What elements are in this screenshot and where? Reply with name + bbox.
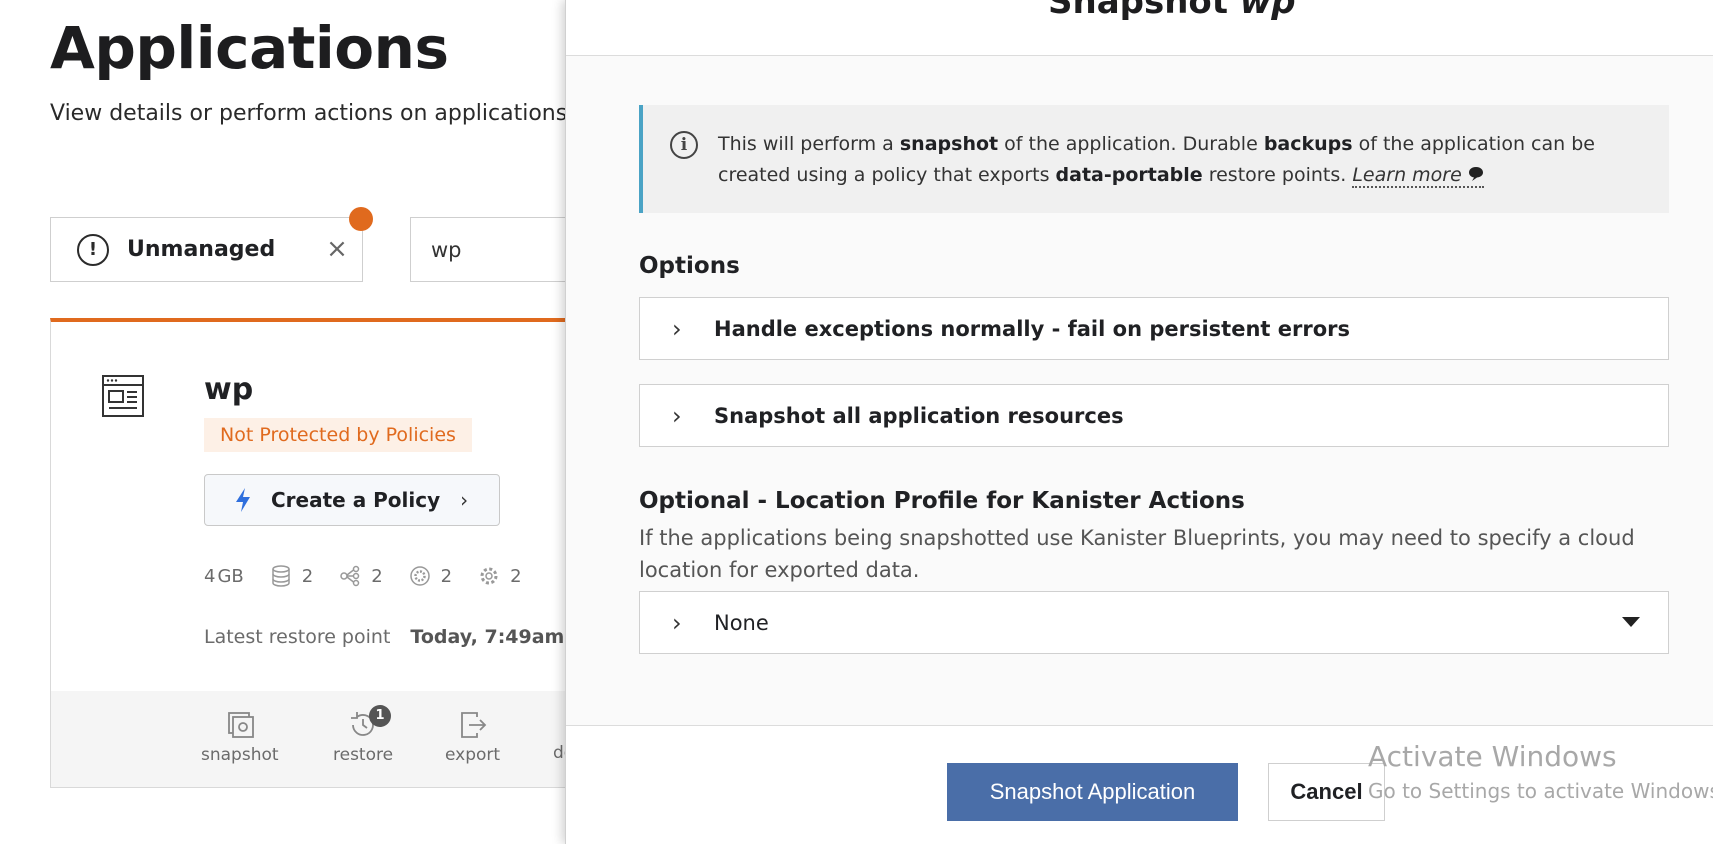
cancel-button[interactable]: Cancel: [1268, 763, 1385, 821]
application-stats: 4 GB 2 2 2 2: [204, 565, 522, 587]
stat-volumes: 2: [270, 565, 313, 587]
info-text-part: This will perform a: [718, 133, 900, 155]
restore-count-badge: 1: [369, 705, 392, 727]
info-text-bold: data-portable: [1055, 164, 1203, 186]
info-icon: i: [670, 131, 698, 159]
info-text-bold: snapshot: [899, 133, 999, 155]
application-icon: [102, 375, 144, 417]
close-icon[interactable]: ×: [322, 234, 352, 264]
workload-tree-icon: [340, 565, 360, 587]
panel-title-prefix: Snapshot: [1048, 0, 1229, 22]
restore-action[interactable]: restore 1: [333, 705, 394, 765]
notification-dot: [349, 207, 373, 231]
chevron-right-icon: ›: [672, 314, 682, 343]
snapshot-icon: [227, 712, 254, 738]
info-callout: i This will perform a snapshot of the ap…: [639, 105, 1669, 213]
stat-volumes-value: 2: [301, 565, 314, 587]
location-profile-value: None: [714, 610, 769, 635]
filter-chip-unmanaged[interactable]: ! Unmanaged ×: [50, 217, 363, 282]
lightning-icon: [236, 488, 250, 512]
restore-value: Today, 7:49am: [410, 626, 565, 648]
location-profile-select[interactable]: › None: [639, 591, 1669, 654]
stat-size: 4 GB: [204, 566, 244, 587]
latest-restore-point: Latest restore point Today, 7:49am: [204, 626, 564, 648]
restore-action-label: restore: [333, 745, 394, 765]
search-input-value: wp: [431, 237, 462, 262]
snapshot-action-label: snapshot: [201, 745, 279, 765]
caret-down-icon[interactable]: [1622, 617, 1640, 627]
application-card[interactable]: wp Not Protected by Policies Create a Po…: [50, 318, 630, 788]
export-action-label: export: [445, 745, 501, 765]
status-badge: Not Protected by Policies: [204, 418, 472, 452]
stat-workloads: 2: [339, 565, 383, 587]
location-profile-heading: Optional - Location Profile for Kanister…: [639, 488, 1245, 514]
accordion-exceptions-label: Handle exceptions normally - fail on per…: [714, 316, 1350, 341]
stat-size-unit: GB: [217, 565, 244, 587]
options-heading: Options: [639, 253, 740, 279]
snapshot-panel: Snapshot wp i This will perform a snapsh…: [565, 0, 1713, 844]
location-profile-description: If the applications being snapshotted us…: [639, 526, 1635, 582]
stat-configs: 2: [478, 565, 522, 587]
learn-more-link[interactable]: Learn more: [1352, 164, 1484, 188]
exclamation-circle-icon: !: [77, 233, 109, 266]
service-gear-icon: [409, 566, 430, 586]
panel-header: Snapshot wp: [566, 0, 1713, 56]
create-policy-button[interactable]: Create a Policy ›: [204, 474, 500, 526]
filter-chip-label: Unmanaged: [127, 237, 276, 262]
gear-icon: [480, 567, 498, 585]
info-text-bold: backups: [1263, 133, 1353, 155]
stat-configs-value: 2: [510, 565, 522, 587]
page-title: Applications: [50, 14, 449, 82]
accordion-resources-label: Snapshot all application resources: [714, 403, 1124, 428]
accordion-resources[interactable]: › Snapshot all application resources: [639, 384, 1669, 447]
learn-more-label: Learn more: [1352, 164, 1462, 186]
info-text-part: restore points.: [1202, 164, 1353, 186]
snapshot-action[interactable]: snapshot: [201, 709, 279, 765]
export-icon: [460, 712, 486, 738]
application-name[interactable]: wp: [204, 372, 253, 407]
stat-services: 2: [409, 565, 452, 587]
stat-workloads-value: 2: [371, 565, 383, 587]
panel-footer: Snapshot Application Cancel: [566, 725, 1713, 844]
snapshot-application-button[interactable]: Snapshot Application: [947, 763, 1238, 821]
card-actions: snapshot restore 1 export de: [51, 691, 629, 787]
accordion-exceptions[interactable]: › Handle exceptions normally - fail on p…: [639, 297, 1669, 360]
create-policy-label: Create a Policy: [271, 488, 441, 512]
info-text-part: of the application. Durable: [998, 133, 1264, 155]
chevron-right-icon: ›: [672, 401, 682, 430]
chevron-right-icon: ›: [460, 488, 469, 512]
database-icon: [272, 565, 290, 587]
panel-title-app: wp: [1239, 0, 1296, 22]
stat-size-value: 4: [204, 565, 216, 587]
stat-services-value: 2: [440, 565, 453, 587]
restore-label: Latest restore point: [204, 626, 391, 648]
panel-title: Snapshot wp: [1048, 0, 1296, 22]
speech-bubble-icon: [1468, 167, 1483, 181]
page-subtitle: View details or perform actions on appli…: [50, 101, 568, 126]
info-text: This will perform a snapshot of the appl…: [718, 129, 1648, 191]
app-root: Applications View details or perform act…: [0, 0, 1713, 844]
chevron-right-icon: ›: [672, 608, 682, 637]
export-action[interactable]: export: [445, 709, 500, 765]
